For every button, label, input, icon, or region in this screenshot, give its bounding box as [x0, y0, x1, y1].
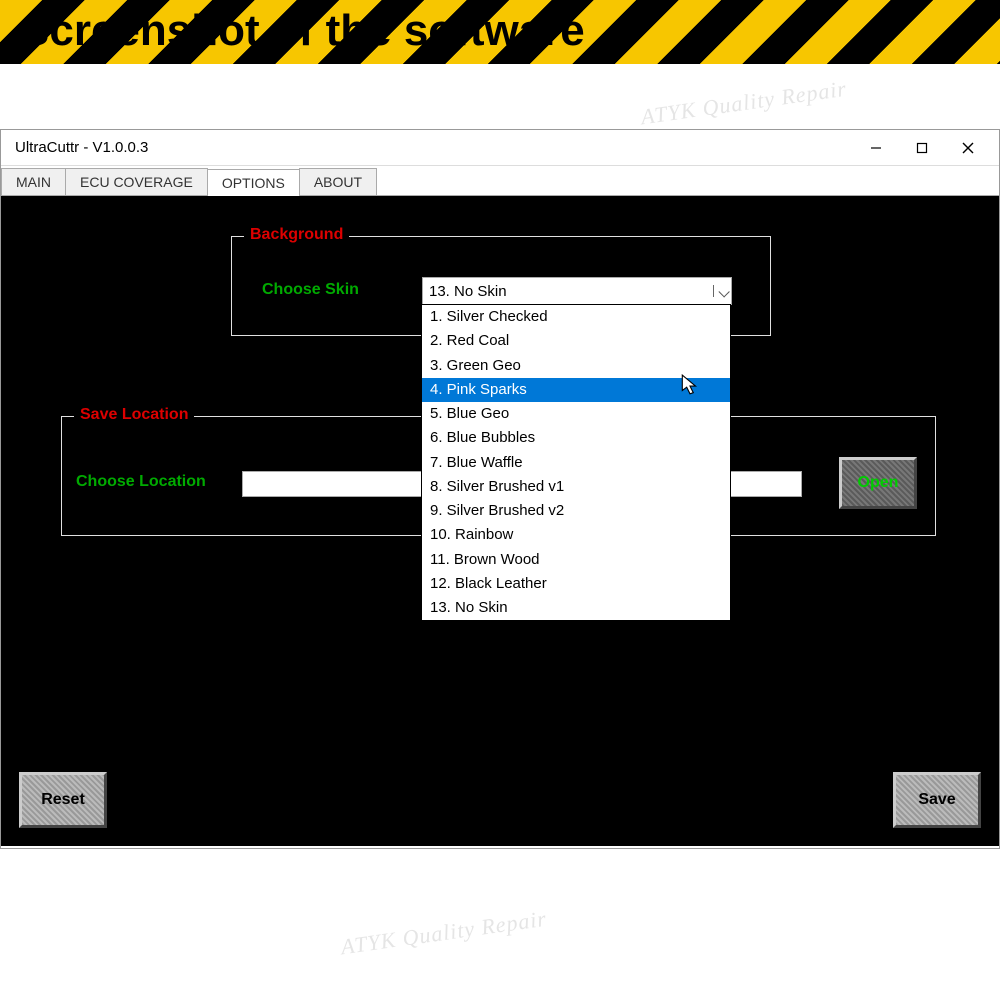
maximize-button[interactable] — [899, 133, 945, 163]
tab-main[interactable]: MAIN — [1, 168, 66, 195]
choose-skin-label: Choose Skin — [262, 281, 359, 299]
skin-option[interactable]: 11. Brown Wood — [422, 548, 730, 572]
background-legend: Background — [244, 226, 349, 244]
mouse-cursor-icon — [681, 374, 699, 396]
skin-option[interactable]: 9. Silver Brushed v2 — [422, 499, 730, 523]
skin-select[interactable]: 13. No Skin — [422, 277, 732, 305]
skin-option[interactable]: 8. Silver Brushed v1 — [422, 475, 730, 499]
minimize-button[interactable] — [853, 133, 899, 163]
skin-option[interactable]: 10. Rainbow — [422, 523, 730, 547]
reset-button[interactable]: Reset — [19, 772, 107, 828]
skin-option[interactable]: 12. Black Leather — [422, 572, 730, 596]
close-button[interactable] — [945, 133, 991, 163]
skin-option[interactable]: 5. Blue Geo — [422, 402, 730, 426]
open-button[interactable]: Open — [839, 457, 917, 509]
skin-option[interactable]: 2. Red Coal — [422, 329, 730, 353]
titlebar: UltraCuttr - V1.0.0.3 — [1, 130, 999, 166]
skin-option[interactable]: 1. Silver Checked — [422, 305, 730, 329]
skin-option[interactable]: 7. Blue Waffle — [422, 451, 730, 475]
tab-ecu-coverage[interactable]: ECU COVERAGE — [65, 168, 208, 195]
watermark: ATYK Quality Repair — [639, 76, 848, 131]
save-button[interactable]: Save — [893, 772, 981, 828]
tab-about[interactable]: ABOUT — [299, 168, 377, 195]
skin-option[interactable]: 6. Blue Bubbles — [422, 426, 730, 450]
skin-select-value: 13. No Skin — [429, 283, 507, 300]
save-location-legend: Save Location — [74, 406, 194, 424]
app-window: UltraCuttr - V1.0.0.3 MAINECU COVERAGEOP… — [0, 129, 1000, 849]
chevron-down-icon — [713, 285, 725, 297]
tab-options[interactable]: OPTIONS — [207, 169, 300, 196]
skin-dropdown-list[interactable]: 1. Silver Checked2. Red Coal3. Green Geo… — [421, 304, 731, 621]
skin-option[interactable]: 13. No Skin — [422, 596, 730, 620]
page-caption: Screenshot of the software — [20, 6, 585, 56]
window-title: UltraCuttr - V1.0.0.3 — [9, 139, 853, 156]
options-panel: Background Choose Skin 13. No Skin 1. Si… — [1, 196, 999, 846]
watermark: ATYK Quality Repair — [339, 906, 548, 961]
choose-location-label: Choose Location — [76, 473, 206, 491]
tab-strip: MAINECU COVERAGEOPTIONSABOUT — [1, 166, 999, 196]
